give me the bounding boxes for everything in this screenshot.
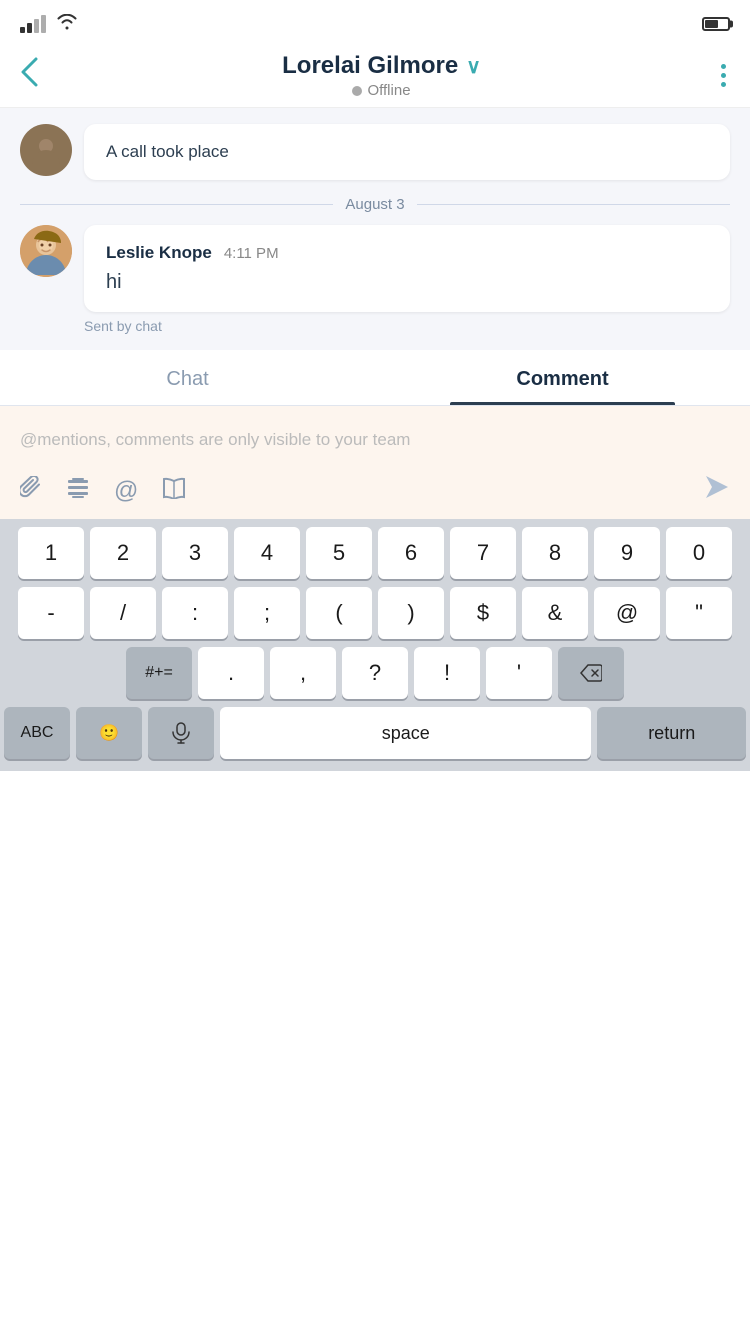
date-label: August 3 [345,196,404,213]
dot-menu-1 [721,64,726,69]
kb-key-1[interactable]: 1 [18,527,84,579]
call-text: A call took place [106,142,229,161]
kb-key-question[interactable]: ? [342,647,408,699]
battery-fill [705,20,718,28]
signal-bar-2 [27,23,32,33]
tab-comment[interactable]: Comment [375,350,750,405]
kb-key-4[interactable]: 4 [234,527,300,579]
tab-chat-label: Chat [166,368,208,390]
message-bubble: Leslie Knope 4:11 PM hi [84,225,730,312]
status-bar [0,0,750,44]
dot-menu-2 [721,73,726,78]
kb-key-6[interactable]: 6 [378,527,444,579]
compose-placeholder: @mentions, comments are only visible to … [20,430,410,449]
kb-key-backspace[interactable] [558,647,624,699]
message-text: hi [106,271,708,294]
kb-key-3[interactable]: 3 [162,527,228,579]
kb-key-9[interactable]: 9 [594,527,660,579]
kb-key-slash[interactable]: / [90,587,156,639]
signal-bar-4 [41,15,46,33]
header-status: Offline [46,82,717,99]
kb-key-comma[interactable]: , [270,647,336,699]
avatar [20,124,72,176]
kb-key-0[interactable]: 0 [666,527,732,579]
message-row: Leslie Knope 4:11 PM hi [20,225,730,312]
chevron-down-icon: ∨ [466,54,481,79]
kb-key-dollar[interactable]: $ [450,587,516,639]
date-divider: August 3 [20,196,730,213]
date-line-left [20,204,333,205]
status-right [702,17,730,31]
status-left [20,14,78,35]
kb-row-bottom: ABC 🙂 space return [4,707,746,759]
keyboard: 1 2 3 4 5 6 7 8 9 0 - / : ; ( ) $ & @ " … [0,519,750,771]
send-button[interactable] [704,474,730,507]
mention-icon[interactable]: @ [114,477,138,505]
chat-header: Lorelai Gilmore ∨ Offline [0,44,750,108]
call-message: A call took place [20,124,730,180]
more-button[interactable] [717,60,730,91]
message-content: Leslie Knope 4:11 PM hi [106,243,708,294]
kb-key-abc[interactable]: ABC [4,707,70,759]
battery-icon [702,17,730,31]
call-bubble: A call took place [84,124,730,180]
kb-key-semicolon[interactable]: ; [234,587,300,639]
kb-key-numpad[interactable]: #+= [126,647,192,699]
signal-bar-3 [34,19,39,33]
kb-row-symbols: - / : ; ( ) $ & @ " [4,587,746,639]
kb-key-7[interactable]: 7 [450,527,516,579]
kb-key-mic[interactable] [148,707,214,759]
chat-area: A call took place August 3 [0,108,750,350]
attach-icon[interactable] [20,476,42,506]
kb-key-2[interactable]: 2 [90,527,156,579]
kb-key-dash[interactable]: - [18,587,84,639]
kb-key-colon[interactable]: : [162,587,228,639]
tab-chat[interactable]: Chat [0,350,375,405]
book-icon[interactable] [162,477,186,505]
dot-menu-3 [721,82,726,87]
tab-comment-label: Comment [516,368,608,390]
header-title[interactable]: Lorelai Gilmore ∨ [46,52,717,80]
list-icon[interactable] [66,476,90,506]
tool-icons: @ [20,476,186,506]
tabs-container: Chat Comment [0,350,750,406]
compose-area: @mentions, comments are only visible to … [0,406,750,519]
offline-dot [352,86,362,96]
kb-key-at[interactable]: @ [594,587,660,639]
kb-key-emoji[interactable]: 🙂 [76,707,142,759]
kb-key-8[interactable]: 8 [522,527,588,579]
message-time: 4:11 PM [224,245,279,262]
kb-key-exclaim[interactable]: ! [414,647,480,699]
header-center: Lorelai Gilmore ∨ Offline [46,52,717,99]
wifi-icon [56,14,78,35]
kb-key-apostrophe[interactable]: ' [486,647,552,699]
back-button[interactable] [20,53,46,98]
compose-toolbar: @ [20,474,730,507]
sender-name: Leslie Knope [106,243,212,263]
sender-line: Leslie Knope 4:11 PM [106,243,708,263]
signal-bar-1 [20,27,25,33]
kb-key-closeparen[interactable]: ) [378,587,444,639]
date-line-right [417,204,730,205]
kb-key-return[interactable]: return [597,707,746,759]
sent-by-label: Sent by chat [20,318,730,334]
kb-row-special: #+= . , ? ! ' [4,647,746,699]
kb-row-numbers: 1 2 3 4 5 6 7 8 9 0 [4,527,746,579]
kb-key-quote[interactable]: " [666,587,732,639]
leslie-avatar [20,225,72,277]
kb-key-ampersand[interactable]: & [522,587,588,639]
compose-input[interactable]: @mentions, comments are only visible to … [20,422,730,462]
contact-name: Lorelai Gilmore [282,52,458,80]
kb-key-period[interactable]: . [198,647,264,699]
signal-bars [20,15,46,33]
kb-key-5[interactable]: 5 [306,527,372,579]
kb-key-space[interactable]: space [220,707,591,759]
status-label: Offline [367,82,410,99]
kb-key-openparen[interactable]: ( [306,587,372,639]
